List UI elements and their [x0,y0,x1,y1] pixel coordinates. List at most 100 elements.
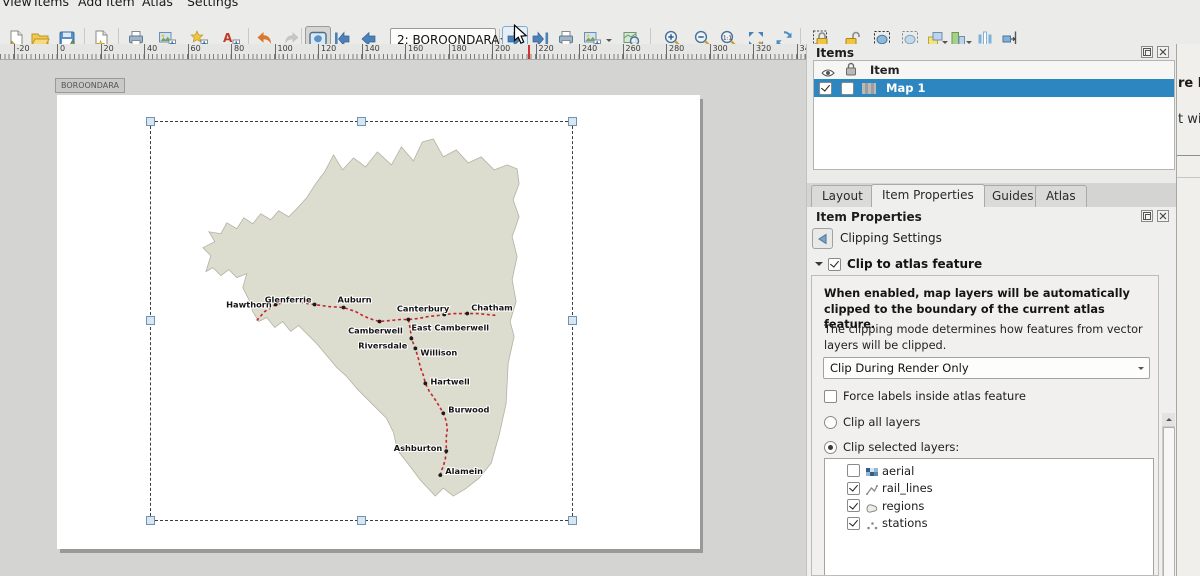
ruler-label: 200 [492,44,510,54]
map-handle-e[interactable] [568,316,577,325]
lock-column-lock-icon [844,61,858,80]
ruler-cursor-indicator [528,45,530,59]
region-polygon [203,139,519,496]
map-handle-sw[interactable] [146,516,155,525]
clipping-mode-combo-arrow[interactable] [1132,358,1149,378]
station-label: Ashburton [394,443,443,453]
station-dot [409,337,413,341]
map-handle-s[interactable] [357,516,366,525]
items-tree-header: Item [814,61,1174,80]
map-handle-w[interactable] [146,316,155,325]
layer-name: aerial [882,464,914,478]
layer-name: stations [882,516,928,530]
layer-row-rail_lines[interactable]: rail_lines [825,480,1153,498]
station-label: Hartwell [430,376,470,386]
layer-row-aerial[interactable]: aerial [825,462,1153,480]
items-panel-close-button[interactable] [1157,46,1169,58]
ruler-label: 300 [710,44,728,54]
station-dot [413,347,417,351]
raster-layer-icon [865,464,879,477]
ruler-label: 0 [57,44,65,54]
dock-tabs: Layout Item Properties Guides Atlas [807,183,1176,208]
items-panel-float-button[interactable] [1141,46,1153,58]
layer-checkbox[interactable] [847,499,860,512]
ruler-label: 280 [666,44,684,54]
station-label: Alamein [445,466,483,476]
menu-atlas[interactable]: Atlas [142,0,173,9]
map-handle-se[interactable] [568,516,577,525]
layer-checkbox[interactable] [847,517,860,530]
map1-lock-checkbox[interactable] [841,82,854,95]
force-labels-checkbox[interactable] [824,390,837,403]
items-panel-title: Items [816,46,854,60]
fragment-text-1: re le [1178,76,1200,91]
layer-name: regions [882,499,924,513]
map1-visibility-checkbox[interactable] [819,82,832,95]
ruler-label: 20 [101,44,114,54]
station-label: Chatham [471,303,513,313]
clip-selected-layers-option[interactable]: Clip selected layers: [824,440,959,454]
point-layer-icon [865,517,879,530]
clipping-mode-combo[interactable]: Clip During Render Only [823,357,1150,379]
items-row-map1[interactable]: Map 1 [814,79,1174,97]
station-dot [378,320,382,324]
clip-to-atlas-label: Clip to atlas feature [847,257,982,271]
tab-item-properties[interactable]: Item Properties [871,184,985,207]
back-button[interactable] [812,228,833,249]
ruler-label: 40 [144,44,157,54]
item-properties-float-button[interactable] [1141,210,1153,222]
main-toolbar: A 2: BOROONDARA [0,10,1200,44]
menu-settings[interactable]: Settings [187,0,238,9]
qgis-layout-designer-window: View Items Add Item Atlas Settings [0,0,1200,576]
clip-all-layers-radio[interactable] [824,416,837,429]
fragment-text-2: t wil [1178,112,1200,127]
map-handle-n[interactable] [357,117,366,126]
polygon-layer-icon [865,499,879,512]
layer-checkbox[interactable] [847,482,860,495]
layer-row-stations[interactable]: stations [825,515,1153,533]
map-item[interactable]: HawthornGlenferrieAuburnCamberwellEast C… [150,121,573,521]
layer-checkbox[interactable] [847,464,860,477]
menu-add-item[interactable]: Add Item [78,0,135,9]
ruler-label: 60 [188,44,201,54]
menu-items[interactable]: Items [34,0,69,9]
ruler-label: 140 [362,44,380,54]
ruler-label: 160 [405,44,423,54]
station-label: Canterbury [397,304,450,314]
menu-bar: View Items Add Item Atlas Settings [0,0,1200,10]
station-dot [444,449,448,453]
clip-selected-layers-label: Clip selected layers: [843,440,959,454]
force-labels-label: Force labels inside atlas feature [843,389,1026,403]
station-label: Willison [420,347,457,357]
map-handle-nw[interactable] [146,117,155,126]
layer-row-regions[interactable]: regions [825,497,1153,515]
station-dot [465,312,469,316]
item-properties-close-button[interactable] [1157,210,1169,222]
items-tree[interactable]: Item Map 1 [813,60,1175,170]
layout-canvas[interactable]: BOROONDARA HawthornGlenferrieAuburnCambe… [0,60,806,576]
clip-to-atlas-checkbox[interactable] [828,258,841,271]
tab-atlas[interactable]: Atlas [1035,185,1087,207]
clip-selected-layers-radio[interactable] [824,441,837,454]
menu-view[interactable]: View [2,0,32,9]
clip-all-layers-option[interactable]: Clip all layers [824,415,920,429]
properties-scrollbar[interactable] [1162,413,1175,576]
line-layer-icon [865,482,879,495]
tab-layout[interactable]: Layout [811,185,874,207]
station-dot [423,381,427,385]
ruler-label: 100 [275,44,293,54]
station-dot [438,473,442,477]
background-window-fragment: re le t wil [1176,44,1200,576]
clip-to-atlas-group-header[interactable]: Clip to atlas feature [807,253,1160,275]
station-label: Riversdale [358,340,408,350]
force-labels-option[interactable]: Force labels inside atlas feature [824,389,1026,403]
ruler-label: 180 [449,44,467,54]
item-properties-title: Item Properties [816,210,922,224]
scrollbar-up-arrow[interactable] [1162,413,1175,426]
clipping-help-text: The clipping mode determines how feature… [824,322,1148,353]
scrollbar-thumb[interactable] [1163,427,1175,576]
clip-layers-list[interactable]: aerial rail_linesregions stations [824,458,1154,576]
collapse-arrow-icon[interactable] [815,262,823,270]
map-handle-ne[interactable] [568,117,577,126]
ruler-label: 260 [623,44,641,54]
